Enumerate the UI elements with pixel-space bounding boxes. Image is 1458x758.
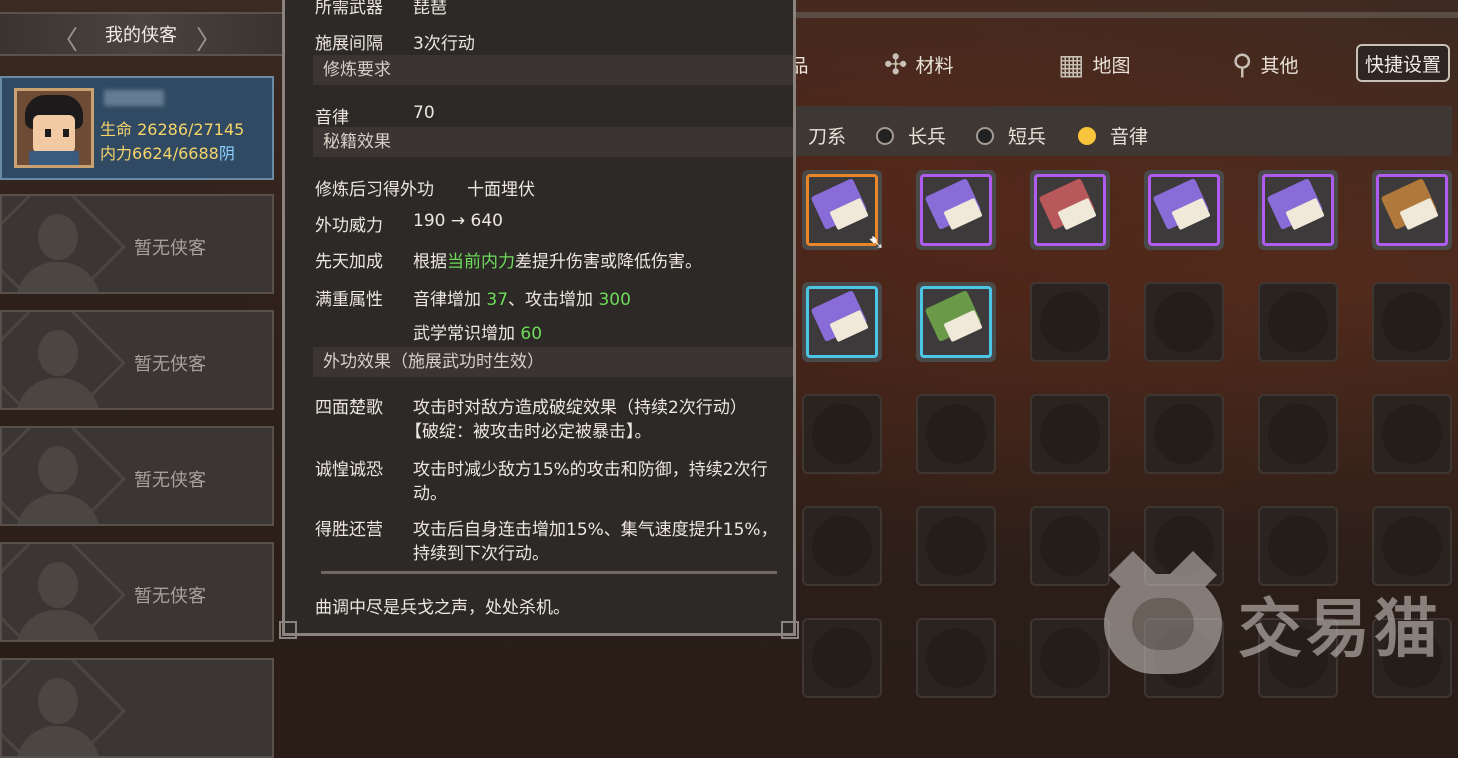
manual-item[interactable] [802, 282, 882, 362]
herb-icon: ✣ [884, 47, 908, 81]
empty-inventory-slot[interactable] [1258, 282, 1338, 362]
empty-inventory-slot[interactable] [1372, 394, 1452, 474]
map-icon: ▦ [1058, 47, 1085, 81]
empty-inventory-slot[interactable] [1030, 282, 1110, 362]
full-attr-value: 音律增加 37、攻击增加 300 [413, 290, 631, 310]
hero-mp: 内力6624/6688阴 [100, 144, 235, 163]
empty-inventory-slot[interactable] [802, 618, 882, 698]
manual-item[interactable] [1144, 170, 1224, 250]
skill-3-desc-2: 持续到下次行动。 [413, 544, 549, 564]
orb-icon: ⚲ [1232, 47, 1253, 81]
interval-label: 施展间隔 [315, 34, 383, 54]
skill-1-desc: 攻击时对敌方造成破绽效果（持续2次行动） [413, 398, 747, 418]
full-attr-label: 满重属性 [315, 290, 383, 310]
silhouette-icon [2, 544, 126, 640]
tab-other[interactable]: ⚲ 其他 [1232, 42, 1299, 86]
quick-setup-button[interactable]: 快捷设置 [1356, 44, 1450, 82]
empty-inventory-slot[interactable] [916, 394, 996, 474]
cursor-icon: ➷ [868, 230, 885, 254]
watermark: 交易猫 [1104, 550, 1442, 674]
empty-inventory-slot[interactable] [916, 506, 996, 586]
learn-value: 十面埋伏 [467, 180, 535, 200]
skill-3-label: 得胜还营 [315, 520, 383, 540]
manual-item[interactable] [1258, 170, 1338, 250]
chevron-right-icon[interactable]: 〉 [196, 20, 222, 57]
full-attr-value-2: 武学常识增加 60 [413, 324, 543, 344]
empty-inventory-slot[interactable] [1030, 394, 1110, 474]
manual-tooltip: 所需武器 琵琶 施展间隔 3次行动 修炼要求 音律 70 秘籍效果 修炼后习得外… [279, 0, 799, 639]
manual-item[interactable] [916, 170, 996, 250]
interval-value: 3次行动 [413, 34, 475, 54]
power-value: 190 → 640 [413, 211, 503, 231]
manual-item[interactable] [1030, 170, 1110, 250]
innate-label: 先天加成 [315, 252, 383, 272]
tooltip-divider [321, 571, 777, 574]
silhouette-icon [2, 196, 126, 292]
chevron-left-icon[interactable]: 〈 [52, 20, 78, 57]
weapon-value: 琵琶 [413, 0, 447, 18]
empty-inventory-slot[interactable] [1144, 282, 1224, 362]
watermark-text: 交易猫 [1238, 593, 1442, 667]
innate-value: 根据当前内力差提升伤害或降低伤害。 [413, 252, 702, 272]
empty-inventory-slot[interactable] [1144, 394, 1224, 474]
skill-1-label: 四面楚歌 [315, 398, 383, 418]
hero-portrait [14, 88, 94, 168]
empty-inventory-slot[interactable] [1030, 618, 1110, 698]
silhouette-icon [2, 660, 126, 756]
empty-inventory-slot[interactable] [916, 618, 996, 698]
req-value: 70 [413, 103, 435, 123]
roster-title: 我的侠客 [105, 25, 177, 46]
cat-logo-icon [1104, 550, 1222, 674]
filter-long-weapon[interactable]: 长兵 [876, 122, 946, 149]
empty-hero-slot[interactable] [0, 658, 274, 758]
empty-inventory-slot[interactable] [1258, 394, 1338, 474]
skill-effect-header: 外功效果（施展武功时生效） [313, 347, 793, 377]
empty-hero-slot[interactable]: 暂无侠客 [0, 310, 274, 410]
flavor-text: 曲调中尽是兵戈之声，处处杀机。 [315, 598, 570, 618]
tab-map[interactable]: ▦ 地图 [1058, 42, 1130, 86]
effect-header: 秘籍效果 [313, 127, 793, 157]
req-label: 音律 [315, 108, 349, 128]
skill-2-label: 诚惶诚恐 [315, 460, 383, 480]
filter-music[interactable]: 音律 [1078, 122, 1148, 149]
filter-short-weapon[interactable]: 短兵 [976, 122, 1046, 149]
weapon-label: 所需武器 [315, 0, 383, 18]
manual-item[interactable] [1372, 170, 1452, 250]
silhouette-icon [2, 312, 126, 408]
skill-1-desc-2: 【破绽：被攻击时必定被暴击】。 [405, 422, 652, 442]
silhouette-icon [2, 428, 126, 524]
empty-inventory-slot[interactable] [1372, 282, 1452, 362]
roster-panel: 〈 我的侠客 〉 生命 26286/27145 内力6624/6688阴 暂无侠… [0, 0, 282, 758]
empty-inventory-slot[interactable] [802, 394, 882, 474]
learn-label: 修炼后习得外功 [315, 180, 434, 200]
empty-hero-slot[interactable]: 暂无侠客 [0, 426, 274, 526]
empty-hero-slot[interactable]: 暂无侠客 [0, 194, 274, 294]
hero-name-blurred [104, 90, 164, 106]
skill-2-desc-2: 动。 [413, 484, 447, 504]
manual-item[interactable] [916, 282, 996, 362]
tab-materials[interactable]: ✣ 材料 [884, 42, 953, 86]
roster-header: 〈 我的侠客 〉 [0, 12, 282, 56]
skill-3-desc: 攻击后自身连击增加15%、集气速度提升15%， [413, 520, 778, 540]
empty-inventory-slot[interactable] [1030, 506, 1110, 586]
empty-inventory-slot[interactable] [802, 506, 882, 586]
hero-hp: 生命 26286/27145 [100, 120, 245, 139]
empty-hero-slot[interactable]: 暂无侠客 [0, 542, 274, 642]
power-label: 外功威力 [315, 216, 383, 236]
requirements-header: 修炼要求 [313, 55, 793, 85]
skill-2-desc: 攻击时减少敌方15%的攻击和防御，持续2次行 [413, 460, 768, 480]
